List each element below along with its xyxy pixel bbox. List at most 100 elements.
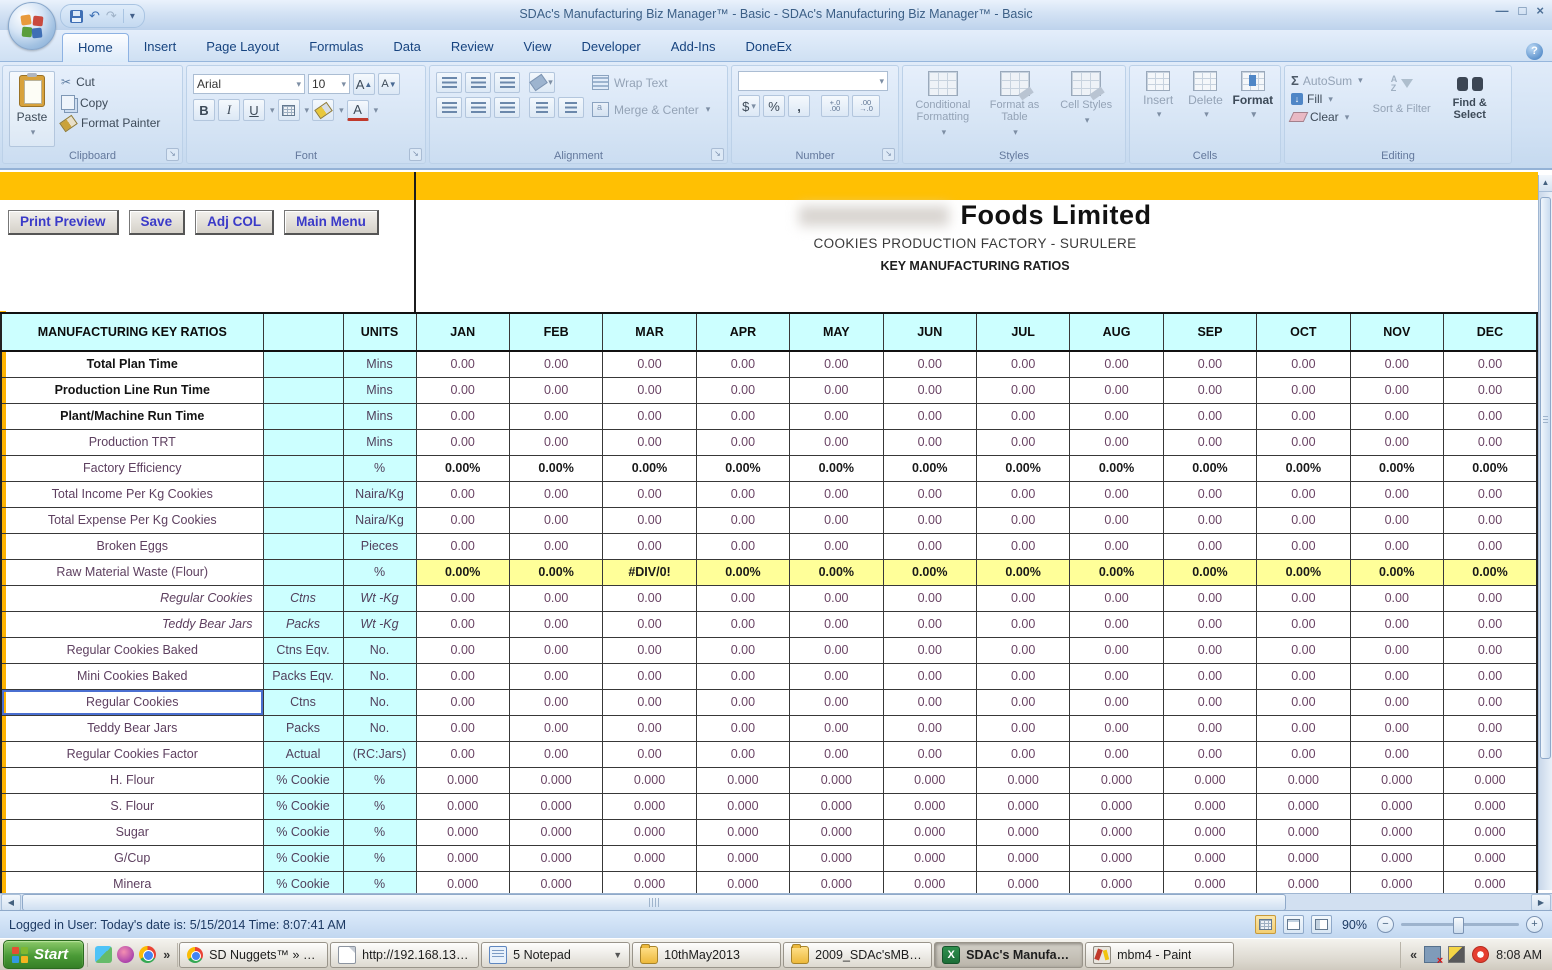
cell[interactable]: 0.000 [1069, 844, 1164, 872]
row-col2[interactable]: % Cookie [262, 870, 344, 893]
cell[interactable]: 0.00 [789, 506, 884, 534]
tab-view[interactable]: View [509, 33, 567, 61]
vertical-scroll-thumb[interactable] [1540, 197, 1551, 759]
format-painter-button[interactable]: Format Painter [59, 114, 160, 132]
cell[interactable]: 0.000 [508, 870, 604, 893]
clear-button[interactable]: Clear ▾ [1288, 110, 1363, 124]
cell[interactable]: 0.00 [1256, 350, 1351, 378]
merge-center-button[interactable]: Merge & Center ▾ [592, 102, 710, 117]
cell[interactable]: 0.00 [508, 350, 604, 378]
cell[interactable]: 0.00 [1349, 636, 1444, 664]
cell[interactable]: 0.00 [1349, 480, 1444, 508]
cell[interactable]: 0.00 [695, 428, 791, 456]
row-units[interactable]: (RC:Jars) [342, 740, 417, 768]
cell[interactable]: 0.00 [882, 714, 977, 742]
cell[interactable]: 0.00 [1162, 402, 1258, 430]
col-header-units[interactable]: UNITS [342, 312, 417, 352]
cell[interactable]: 0.00 [415, 688, 510, 716]
cell[interactable]: 0.00 [508, 662, 604, 690]
clock[interactable]: 8:08 AM [1496, 948, 1542, 962]
row-units[interactable]: Wt -Kg [342, 584, 417, 612]
cell[interactable]: 0.000 [975, 870, 1071, 893]
cell[interactable]: 0.00 [1349, 610, 1444, 638]
taskbar-task-2009-sdac-smbm-2[interactable]: 2009_SDAc'sMBM_2... [783, 941, 933, 968]
cell[interactable]: 0.00% [1349, 558, 1444, 586]
taskbar-task-sdac-s-manufact[interactable]: X SDAc's Manufact... [934, 941, 1084, 968]
row-units[interactable]: Mins [342, 428, 417, 456]
cell[interactable]: 0.00 [1069, 402, 1164, 430]
col-header-blank[interactable] [262, 312, 344, 352]
print-preview-button[interactable]: Print Preview [8, 210, 119, 235]
cell[interactable]: 0.00 [415, 402, 510, 430]
cell[interactable]: 0.000 [882, 818, 977, 846]
autosum-button[interactable]: Σ AutoSum ▾ [1291, 73, 1363, 88]
copy-button[interactable]: Copy [61, 95, 160, 110]
row-units[interactable]: No. [342, 662, 417, 690]
zoom-out-button[interactable]: − [1377, 916, 1394, 933]
orientation-button[interactable]: ▾ [529, 72, 555, 93]
cell[interactable]: 0.00 [1349, 584, 1444, 612]
cell[interactable]: 0.00 [1442, 636, 1538, 664]
cell[interactable]: #DIV/0! [602, 558, 697, 586]
main-menu-button[interactable]: Main Menu [284, 210, 379, 235]
row-col2[interactable]: % Cookie [262, 818, 344, 846]
cell[interactable]: 0.00% [1162, 558, 1258, 586]
cell[interactable]: 0.000 [1442, 870, 1538, 893]
cell[interactable]: 0.000 [789, 844, 884, 872]
cell[interactable]: 0.00 [1162, 532, 1258, 560]
cell[interactable]: 0.00 [789, 688, 884, 716]
cell[interactable]: 0.00 [975, 584, 1071, 612]
cell[interactable]: 0.00 [695, 402, 791, 430]
minimize-button[interactable]: — [1496, 4, 1509, 18]
cell[interactable]: 0.00 [1442, 662, 1538, 690]
cell[interactable]: 0.00% [695, 454, 791, 482]
cell[interactable]: 0.00 [975, 688, 1071, 716]
row-label[interactable]: G/Cup [0, 844, 264, 872]
start-button[interactable]: Start [3, 940, 85, 969]
cell[interactable]: 0.000 [602, 870, 697, 893]
cell[interactable]: 0.000 [789, 818, 884, 846]
col-header-oct[interactable]: OCT [1256, 312, 1351, 352]
cell[interactable]: 0.00 [1256, 610, 1351, 638]
cell[interactable]: 0.00 [602, 350, 697, 378]
cell[interactable]: 0.00 [602, 428, 697, 456]
borders-button[interactable] [277, 99, 300, 121]
cell[interactable]: 0.00 [1162, 662, 1258, 690]
row-units[interactable]: No. [342, 636, 417, 664]
cell[interactable]: 0.00 [1162, 584, 1258, 612]
tab-developer[interactable]: Developer [566, 33, 655, 61]
cell[interactable]: 0.00 [1162, 480, 1258, 508]
cell[interactable]: 0.00 [789, 662, 884, 690]
cell[interactable]: 0.00 [1162, 376, 1258, 404]
grow-font-button[interactable]: A ▲ [353, 73, 375, 95]
shrink-font-button[interactable]: A ▼ [378, 73, 400, 95]
taskbar-task-10thmay2013[interactable]: 10thMay2013 [632, 941, 782, 968]
cell[interactable]: 0.000 [789, 870, 884, 893]
cell[interactable]: 0.00 [1256, 740, 1351, 768]
row-label[interactable]: S. Flour [0, 792, 264, 820]
scroll-left-icon[interactable]: ◀ [1, 893, 21, 911]
row-label[interactable]: Regular Cookies [0, 688, 264, 716]
cell[interactable]: 0.00 [1442, 688, 1538, 716]
cell[interactable]: 0.00 [1349, 350, 1444, 378]
cell[interactable]: 0.00 [975, 714, 1071, 742]
cell[interactable]: 0.00 [1069, 376, 1164, 404]
cell[interactable]: 0.00% [1069, 558, 1164, 586]
cell[interactable]: 0.000 [1349, 766, 1444, 794]
cell[interactable]: 0.00 [1256, 662, 1351, 690]
cell[interactable]: 0.00 [882, 688, 977, 716]
cell[interactable]: 0.00 [1069, 740, 1164, 768]
media-player-icon[interactable] [95, 946, 113, 963]
cell[interactable]: 0.00% [1349, 454, 1444, 482]
cell[interactable]: 0.000 [1349, 844, 1444, 872]
cell[interactable]: 0.00 [1069, 480, 1164, 508]
cell[interactable]: 0.00 [602, 480, 697, 508]
cell[interactable]: 0.000 [1256, 766, 1351, 794]
cell[interactable]: 0.000 [1256, 792, 1351, 820]
row-label[interactable]: Teddy Bear Jars [0, 610, 264, 638]
cell[interactable]: 0.00 [1442, 506, 1538, 534]
tab-doneex[interactable]: DoneEx [731, 33, 807, 61]
cell[interactable]: 0.00 [602, 740, 697, 768]
cell[interactable]: 0.00 [508, 714, 604, 742]
cell[interactable]: 0.00 [415, 662, 510, 690]
